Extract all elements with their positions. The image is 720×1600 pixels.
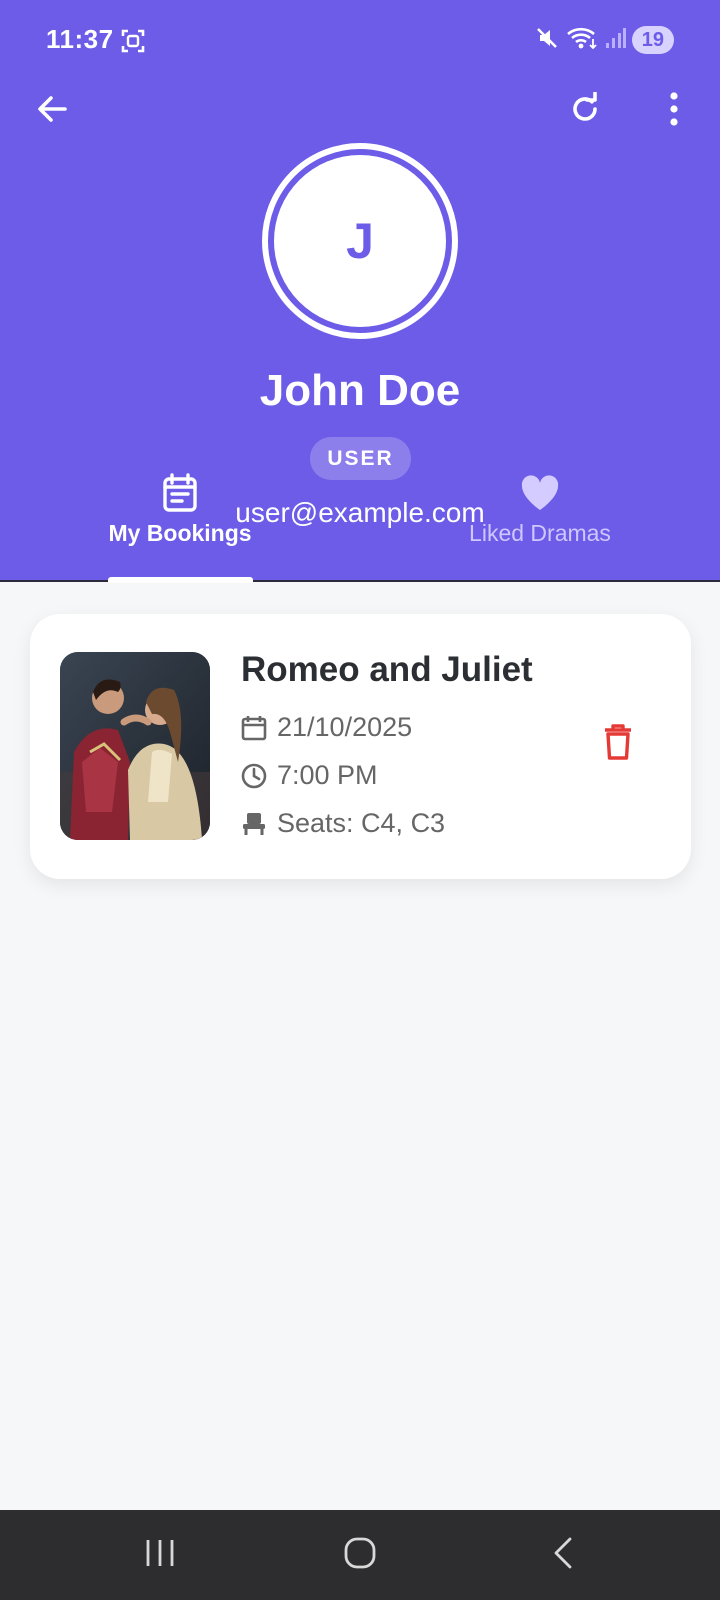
role-badge: USER bbox=[310, 437, 411, 480]
status-time: 11:37 bbox=[46, 24, 114, 54]
booking-time-row: 7:00 PM bbox=[241, 760, 378, 791]
booking-seats-row: Seats: C4, C3 bbox=[241, 808, 445, 839]
user-email: user@example.com bbox=[235, 497, 485, 528]
avatar: J bbox=[274, 155, 446, 327]
home-button[interactable] bbox=[325, 1530, 395, 1580]
booking-date: 21/10/2025 bbox=[277, 712, 413, 742]
arrow-left-icon bbox=[35, 92, 69, 131]
signal-icon bbox=[604, 25, 626, 56]
status-bar: 11:37 19 bbox=[0, 0, 720, 80]
system-back-button[interactable] bbox=[528, 1530, 598, 1580]
wifi-icon bbox=[566, 25, 598, 56]
avatar-ring: J bbox=[262, 143, 458, 339]
clock-icon bbox=[241, 763, 267, 789]
home-icon bbox=[343, 1536, 377, 1575]
more-vertical-icon bbox=[668, 91, 680, 131]
booking-seats: Seats: C4, C3 bbox=[277, 808, 446, 838]
trash-icon bbox=[603, 723, 633, 765]
back-button[interactable] bbox=[24, 83, 80, 139]
drama-poster-image bbox=[60, 652, 210, 840]
profile-header: 11:37 19 J John Doe USER My Bookings Lik… bbox=[0, 0, 720, 583]
refresh-icon bbox=[568, 90, 602, 131]
calendar-icon bbox=[241, 715, 267, 741]
battery-indicator: 19 bbox=[631, 26, 674, 54]
tab-indicator bbox=[108, 577, 253, 583]
system-navigation-bar bbox=[0, 1510, 720, 1600]
refresh-button[interactable] bbox=[557, 83, 613, 139]
booking-date-row: 21/10/2025 bbox=[241, 712, 412, 743]
user-name: John Doe bbox=[259, 366, 461, 415]
recents-icon bbox=[144, 1538, 176, 1573]
chevron-left-icon bbox=[552, 1537, 574, 1574]
booking-time: 7:00 PM bbox=[277, 760, 378, 790]
screen-recorder-icon bbox=[120, 28, 146, 54]
recent-apps-button[interactable] bbox=[125, 1530, 195, 1580]
more-options-button[interactable] bbox=[646, 83, 702, 139]
seat-icon bbox=[241, 811, 267, 837]
drama-title: Romeo and Juliet bbox=[241, 650, 533, 689]
status-icons: 19 bbox=[534, 26, 674, 54]
booking-card[interactable]: Romeo and Juliet 21/10/2025 7:00 PM Seat… bbox=[30, 614, 691, 879]
mute-icon bbox=[534, 25, 560, 56]
delete-booking-button[interactable] bbox=[588, 714, 648, 774]
